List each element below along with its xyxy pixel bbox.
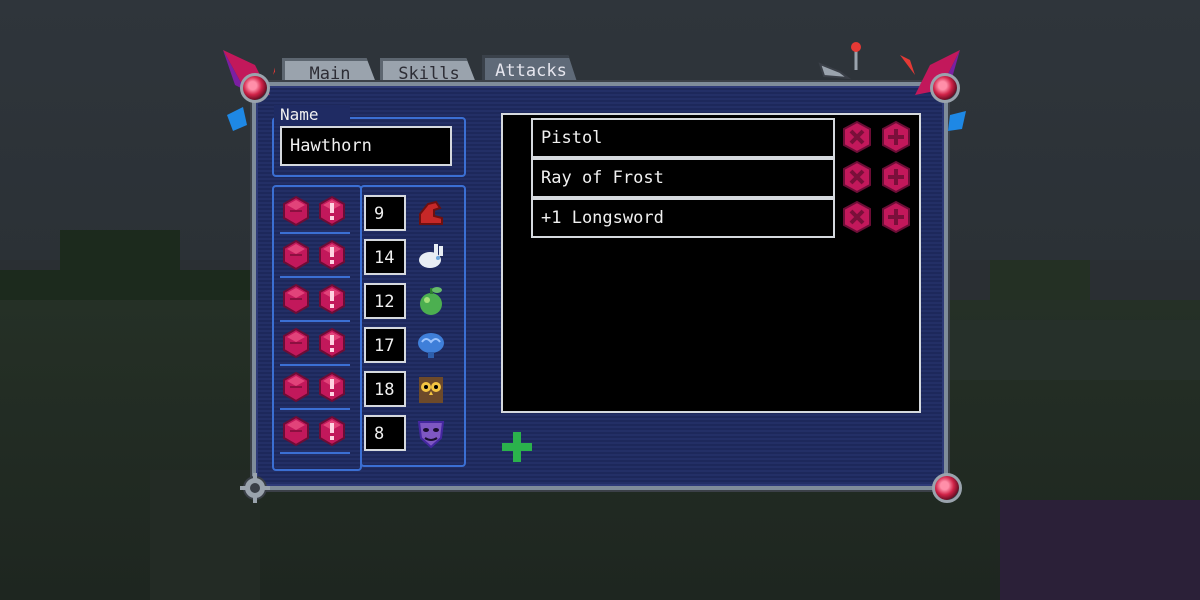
gear-icon[interactable] [240, 473, 270, 503]
stat-increase-button[interactable] [318, 327, 346, 359]
stat-decrease-button[interactable] [282, 371, 310, 403]
stat-increase-button[interactable] [318, 371, 346, 403]
corner-gem-top-right [930, 73, 960, 103]
stat-increase-button[interactable] [318, 283, 346, 315]
stat-decrease-button[interactable] [282, 415, 310, 447]
corner-gem-top-left [240, 73, 270, 103]
stat-increase-button[interactable] [318, 239, 346, 271]
corner-gem-bottom-right [932, 473, 962, 503]
wisdom-owl-icon [414, 372, 448, 406]
row-divider [280, 408, 350, 410]
name-input[interactable]: Hawthorn [280, 126, 452, 166]
add-attack-button[interactable] [500, 430, 534, 464]
antenna-icon [818, 42, 861, 80]
intelligence-brain-icon [414, 328, 448, 362]
row-divider [280, 276, 350, 278]
attack-row[interactable]: Pistol [531, 118, 835, 158]
stat-decrease-button[interactable] [282, 327, 310, 359]
strength-arm-icon [414, 196, 448, 230]
stat-decrease-button[interactable] [282, 283, 310, 315]
attack-row[interactable]: +1 Longsword [531, 198, 835, 238]
dexterity-rabbit-icon [414, 240, 448, 274]
name-label: Name [274, 105, 350, 125]
stat-increase-button[interactable] [318, 195, 346, 227]
edit-attack-button[interactable] [880, 160, 912, 194]
delete-attack-button[interactable] [841, 120, 873, 154]
stat-value[interactable]: 12 [364, 283, 406, 319]
charisma-mask-icon [414, 416, 448, 450]
stat-decrease-button[interactable] [282, 195, 310, 227]
stat-value[interactable]: 18 [364, 371, 406, 407]
row-divider [280, 232, 350, 234]
attack-row[interactable]: Ray of Frost [531, 158, 835, 198]
stat-value[interactable]: 9 [364, 195, 406, 231]
edit-attack-button[interactable] [880, 200, 912, 234]
edit-attack-button[interactable] [880, 120, 912, 154]
delete-attack-button[interactable] [841, 200, 873, 234]
row-divider [280, 364, 350, 366]
delete-attack-button[interactable] [841, 160, 873, 194]
stat-value[interactable]: 17 [364, 327, 406, 363]
row-divider [280, 452, 350, 454]
stat-value[interactable]: 14 [364, 239, 406, 275]
row-divider [280, 320, 350, 322]
stat-increase-button[interactable] [318, 415, 346, 447]
stat-value[interactable]: 8 [364, 415, 406, 451]
stat-decrease-button[interactable] [282, 239, 310, 271]
constitution-apple-icon [414, 284, 448, 318]
